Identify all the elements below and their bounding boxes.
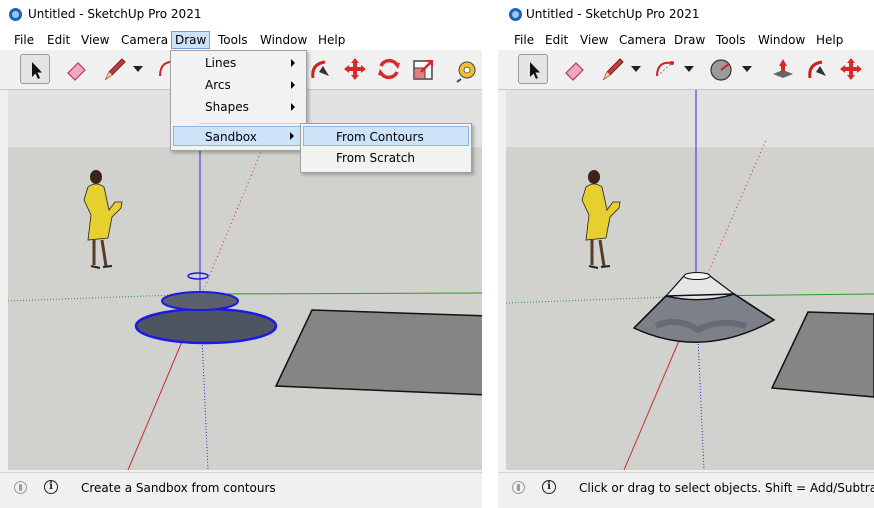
geo-location-icon[interactable] xyxy=(14,481,27,494)
window-title: Untitled - SketchUp Pro 2021 xyxy=(526,7,700,21)
scale-tool-button[interactable] xyxy=(409,54,439,84)
menu-tools[interactable]: Tools xyxy=(218,32,248,48)
title-bar: Untitled - SketchUp Pro 2021 xyxy=(498,0,874,30)
menu-draw[interactable]: Draw xyxy=(171,31,211,49)
menu-window[interactable]: Window xyxy=(260,32,307,48)
submenu-arrow-icon xyxy=(291,103,295,111)
menu-help[interactable]: Help xyxy=(318,32,345,48)
arc-dropdown-chevron-down-icon[interactable] xyxy=(684,66,694,72)
ground-plane xyxy=(8,147,482,470)
menu-item-arcs[interactable]: Arcs xyxy=(172,75,305,95)
submenu-arrow-icon xyxy=(290,132,294,140)
follow-me-icon xyxy=(311,60,329,79)
shapes-icon xyxy=(710,59,732,81)
menu-view[interactable]: View xyxy=(580,32,608,48)
menu-item-shapes[interactable]: Shapes xyxy=(172,97,305,117)
contour-medium[interactable] xyxy=(161,291,239,311)
move-icon xyxy=(344,58,366,80)
menu-item-label: Arcs xyxy=(205,78,231,92)
pencil-line-icon xyxy=(602,58,624,81)
eraser-icon xyxy=(565,62,584,81)
status-text: Click or drag to select objects. Shift =… xyxy=(579,481,874,495)
draw-menu-dropdown: Lines Arcs Shapes Sandbox xyxy=(170,50,307,151)
pencil-line-tool-button[interactable] xyxy=(598,54,628,84)
menu-camera[interactable]: Camera xyxy=(121,32,168,48)
menu-item-from-contours[interactable]: From Contours xyxy=(303,126,469,146)
status-bar: i Click or drag to select objects. Shift… xyxy=(498,472,874,508)
status-bar: i Create a Sandbox from contours xyxy=(0,472,482,508)
model-viewport[interactable] xyxy=(506,90,874,470)
arc-tool-button[interactable] xyxy=(652,54,682,84)
rotate-icon xyxy=(378,58,400,80)
menu-item-label: Lines xyxy=(205,56,237,70)
arc-tool-button[interactable] xyxy=(156,54,170,84)
sandbox-submenu: From Contours From Scratch xyxy=(300,123,472,173)
push-pull-icon xyxy=(773,59,793,78)
pencil-dropdown-chevron-down-icon[interactable] xyxy=(133,66,143,72)
menu-item-from-scratch[interactable]: From Scratch xyxy=(303,148,469,168)
move-icon xyxy=(840,58,862,80)
follow-me-tool-button[interactable] xyxy=(802,54,832,84)
menu-item-lines[interactable]: Lines xyxy=(172,53,305,73)
eraser-icon xyxy=(67,62,86,81)
shapes-tool-button[interactable] xyxy=(706,54,736,84)
info-icon[interactable]: i xyxy=(542,480,556,494)
tape-measure-icon xyxy=(456,61,476,83)
info-icon[interactable]: i xyxy=(44,480,58,494)
title-bar: Untitled - SketchUp Pro 2021 xyxy=(0,0,482,30)
menu-separator xyxy=(199,123,303,124)
eraser-tool-button[interactable] xyxy=(61,54,91,84)
window-title: Untitled - SketchUp Pro 2021 xyxy=(28,7,202,21)
menu-window[interactable]: Window xyxy=(758,32,805,48)
menu-help[interactable]: Help xyxy=(816,32,843,48)
follow-me-icon xyxy=(808,60,826,79)
pencil-line-tool-button[interactable] xyxy=(100,54,130,84)
select-arrow-icon xyxy=(32,62,42,79)
menu-file[interactable]: File xyxy=(514,32,534,48)
sketchup-app-icon xyxy=(509,8,522,21)
status-text: Create a Sandbox from contours xyxy=(81,481,276,495)
contour-large[interactable] xyxy=(134,307,278,345)
arc-icon xyxy=(656,61,674,77)
rotate-tool-button[interactable] xyxy=(374,54,404,84)
menu-view[interactable]: View xyxy=(81,32,109,48)
pencil-line-icon xyxy=(104,58,126,81)
toolbar xyxy=(498,50,874,90)
menu-draw[interactable]: Draw xyxy=(674,32,705,48)
shapes-dropdown-chevron-down-icon[interactable] xyxy=(742,66,752,72)
menu-item-label: Sandbox xyxy=(205,130,257,144)
menu-bar: File Edit View Camera Draw Tools Window … xyxy=(498,30,874,50)
sketchup-window-right: Untitled - SketchUp Pro 2021 File Edit V… xyxy=(498,0,874,508)
gray-rectangle-face[interactable] xyxy=(274,309,482,396)
select-arrow-icon xyxy=(530,62,540,79)
menu-camera[interactable]: Camera xyxy=(619,32,666,48)
menu-edit[interactable]: Edit xyxy=(545,32,568,48)
menu-item-label: Shapes xyxy=(205,100,249,114)
scene-canvas xyxy=(506,90,874,470)
push-pull-tool-button[interactable] xyxy=(768,54,798,84)
move-tool-button[interactable] xyxy=(836,54,866,84)
tape-measure-tool-button[interactable] xyxy=(453,54,482,84)
sketchup-app-icon xyxy=(9,8,22,21)
pencil-dropdown-chevron-down-icon[interactable] xyxy=(631,66,641,72)
submenu-arrow-icon xyxy=(291,81,295,89)
eraser-tool-button[interactable] xyxy=(559,54,589,84)
move-tool-button[interactable] xyxy=(340,54,370,84)
menu-edit[interactable]: Edit xyxy=(47,32,70,48)
select-tool-button[interactable] xyxy=(20,54,50,84)
geo-location-icon[interactable] xyxy=(512,481,525,494)
submenu-arrow-icon xyxy=(291,59,295,67)
follow-me-tool-button[interactable] xyxy=(305,54,335,84)
menu-item-sandbox[interactable]: Sandbox xyxy=(173,126,304,146)
select-tool-button[interactable] xyxy=(518,54,548,84)
menu-file[interactable]: File xyxy=(14,32,34,48)
arc-icon xyxy=(159,61,170,77)
sky xyxy=(506,90,874,147)
scale-icon xyxy=(413,60,433,80)
menu-tools[interactable]: Tools xyxy=(716,32,746,48)
menu-bar: File Edit View Camera Draw Tools Window … xyxy=(0,30,482,50)
sketchup-window-left: Untitled - SketchUp Pro 2021 File Edit V… xyxy=(0,0,482,508)
